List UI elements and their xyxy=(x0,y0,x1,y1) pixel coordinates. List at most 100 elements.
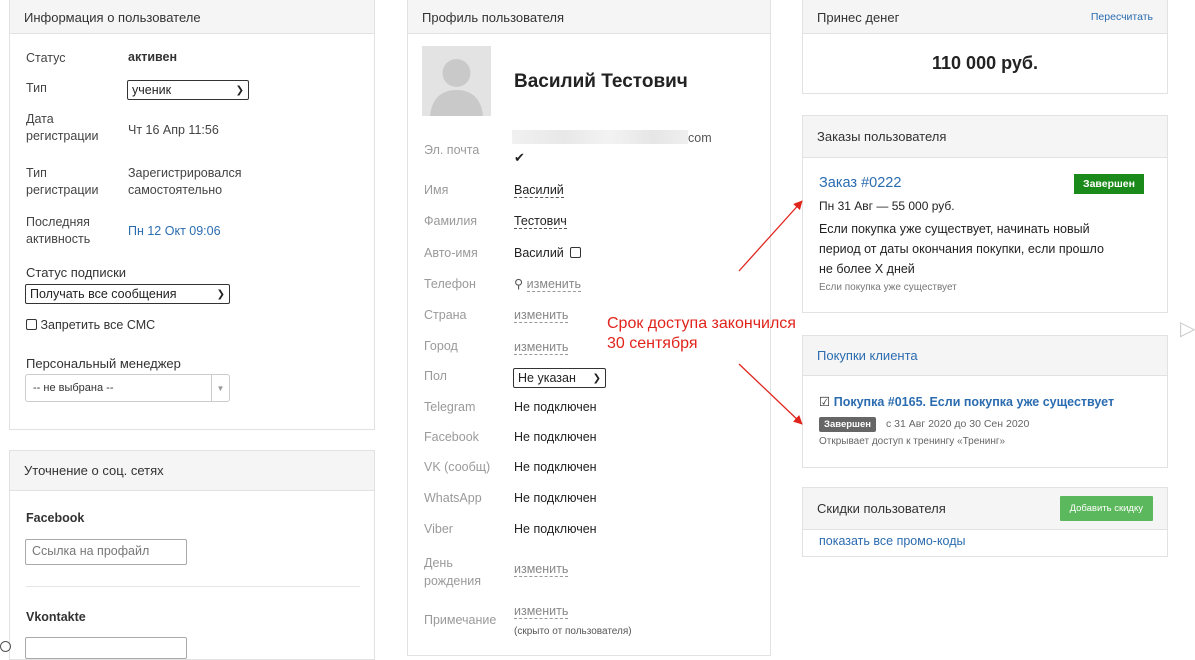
status-value: активен xyxy=(128,50,178,64)
orders-header: Заказы пользователя xyxy=(803,116,1167,158)
chevron-down-icon: ❯ xyxy=(216,288,225,300)
type-select[interactable]: ученик ❯ xyxy=(127,80,249,100)
vk-profile-input[interactable] xyxy=(25,637,187,659)
country-edit-link[interactable]: изменить xyxy=(514,308,569,323)
auto-name-value: Василий xyxy=(514,246,564,260)
order-link[interactable]: Заказ #0222 xyxy=(819,175,901,191)
order-status-badge: Завершен xyxy=(1074,174,1144,194)
reg-date-label-line1: Дата xyxy=(26,112,54,126)
orders-title: Заказы пользователя xyxy=(817,129,947,144)
telegram-value: Не подключен xyxy=(514,400,597,414)
manager-select[interactable]: -- не выбрана -- ▼ xyxy=(25,374,230,402)
purchase-status-badge: Завершен xyxy=(819,417,876,432)
money-header: Принес денег Пересчитать xyxy=(803,0,1167,34)
auto-name-label: Авто-имя xyxy=(424,246,478,260)
order-desc-line2: период от даты окончания покупки, если п… xyxy=(819,242,1104,256)
whatsapp-label: WhatsApp xyxy=(424,491,482,505)
note-edit-link[interactable]: изменить xyxy=(514,604,569,619)
social-header: Уточнение о соц. сетях xyxy=(10,451,374,491)
chevron-down-icon: ❯ xyxy=(235,84,244,96)
purchase-period: с 31 Авг 2020 до 30 Сен 2020 xyxy=(886,418,1030,430)
show-promo-codes-link[interactable]: показать все промо-коды xyxy=(819,534,966,548)
block-sms-checkbox[interactable] xyxy=(26,319,37,330)
phone-edit-link[interactable]: изменить xyxy=(526,277,582,292)
recalc-link[interactable]: Пересчитать xyxy=(1091,11,1153,23)
manager-select-value: -- не выбрана -- xyxy=(33,382,114,394)
last-active-label-line2: активность xyxy=(26,232,91,246)
auto-name-row[interactable]: Василий xyxy=(514,246,582,260)
order-note: Если покупка уже существует xyxy=(819,282,957,293)
vk-label: VK (сообщ) xyxy=(424,460,491,474)
city-label: Город xyxy=(424,339,458,353)
purchase-row[interactable]: ☑ Покупка #0165. Если покупка уже сущест… xyxy=(819,394,1114,409)
social-title: Уточнение о соц. сетях xyxy=(24,463,164,478)
reg-date-value: Чт 16 Апр 11:56 xyxy=(128,123,219,137)
purchases-title[interactable]: Покупки клиента xyxy=(817,348,918,363)
chevron-down-icon: ❯ xyxy=(592,372,601,384)
user-info-header: Информация о пользователе xyxy=(10,0,374,34)
facebook-value: Не подключен xyxy=(514,430,597,444)
facebook-label: Facebook xyxy=(424,430,479,444)
phone-edit[interactable]: ⚲ изменить xyxy=(514,276,582,292)
email-label: Эл. почта xyxy=(424,143,480,157)
purchase-link[interactable]: Покупка #0165. Если покупка уже существу… xyxy=(834,395,1114,409)
block-sms-label: Запретить все СМС xyxy=(40,318,156,332)
reg-type-label-line2: регистрации xyxy=(26,183,99,197)
note-hint: (скрыто от пользователя) xyxy=(514,626,632,637)
profile-header: Профиль пользователя xyxy=(408,0,770,34)
order-description: Если покупка уже существует, начинать но… xyxy=(819,219,1104,279)
city-edit-link[interactable]: изменить xyxy=(514,340,569,355)
last-name-value[interactable]: Тестович xyxy=(514,214,567,229)
telegram-label: Telegram xyxy=(424,400,476,414)
order-desc-line1: Если покупка уже существует, начинать но… xyxy=(819,222,1090,236)
reg-type-label-line1: Тип xyxy=(26,166,47,180)
type-select-value: ученик xyxy=(132,83,172,97)
birthday-edit-link[interactable]: изменить xyxy=(514,562,569,577)
collapse-arrow-icon[interactable]: ▷ xyxy=(1180,316,1195,341)
checkmark-icon: ✔ xyxy=(514,150,525,165)
add-discount-button[interactable]: Добавить скидку xyxy=(1059,496,1153,521)
search-icon: ⚲ xyxy=(514,277,524,291)
birthday-label-line1: День xyxy=(424,556,453,570)
phone-label: Телефон xyxy=(424,277,476,291)
block-sms-row[interactable]: Запретить все СМС xyxy=(26,318,155,332)
first-name-label: Имя xyxy=(424,183,449,197)
email-suffix: com xyxy=(688,131,712,145)
circle-icon xyxy=(0,641,11,652)
facebook-profile-input[interactable]: Ссылка на профайл xyxy=(25,539,187,565)
first-name-value[interactable]: Василий xyxy=(514,183,564,198)
manager-label: Персональный менеджер xyxy=(26,356,181,371)
viber-value: Не подключен xyxy=(514,522,597,536)
purchases-header: Покупки клиента xyxy=(803,336,1167,376)
reg-type-value-line2: самостоятельно xyxy=(128,183,223,197)
birthday-label-line2: рождения xyxy=(424,574,482,588)
email-redacted xyxy=(512,130,688,144)
reg-date-label: Дата регистрации xyxy=(26,111,98,145)
last-active-label: Последняя активность xyxy=(26,214,90,248)
money-amount: 110 000 руб. xyxy=(932,53,1038,73)
gender-select-value: Не указан xyxy=(518,371,576,385)
last-active-label-line1: Последняя xyxy=(26,215,90,229)
order-desc-line3: не более X дней xyxy=(819,262,915,276)
avatar-placeholder-icon xyxy=(430,59,483,116)
annotation-line2: 30 сентября xyxy=(607,335,698,352)
profile-title: Профиль пользователя xyxy=(422,9,565,25)
subscription-select-value: Получать все сообщения xyxy=(30,287,177,301)
social-divider xyxy=(26,586,360,587)
subscription-label: Статус подписки xyxy=(26,265,127,280)
discounts-title: Скидки пользователя xyxy=(817,501,946,516)
auto-name-checkbox[interactable] xyxy=(570,247,582,258)
whatsapp-value: Не подключен xyxy=(514,491,597,505)
avatar[interactable] xyxy=(422,46,491,116)
purchase-access: Открывает доступ к тренингу «Тренинг» xyxy=(819,436,1006,447)
vk-value: Не подключен xyxy=(514,460,597,474)
profile-name: Василий Тестович xyxy=(514,71,688,92)
subscription-select[interactable]: Получать все сообщения ❯ xyxy=(25,284,230,304)
status-label: Статус xyxy=(26,51,66,65)
reg-type-value-line1: Зарегистрировался xyxy=(128,166,242,180)
dropdown-arrow-icon: ▼ xyxy=(211,375,229,401)
last-active-value[interactable]: Пн 12 Окт 09:06 xyxy=(128,224,221,238)
gender-select[interactable]: Не указан ❯ xyxy=(513,368,606,388)
user-info-title: Информация о пользователе xyxy=(24,9,201,25)
reg-date-label-line2: регистрации xyxy=(26,129,99,143)
